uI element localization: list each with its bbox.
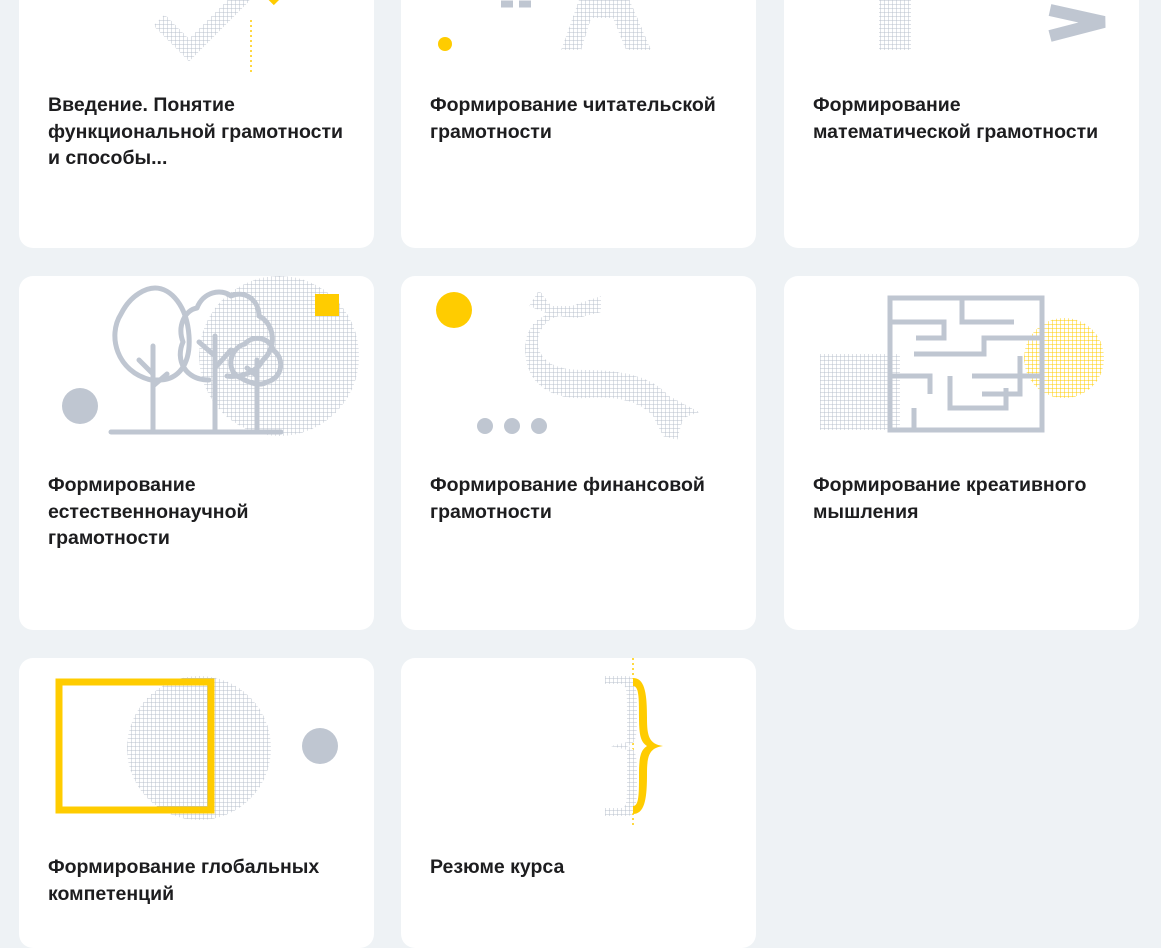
course-card-global-competencies[interactable]: Формирование глобальных компетенций: [19, 658, 374, 948]
course-card-course-summary[interactable]: Резюме курса: [401, 658, 756, 948]
course-title: Формирование финансовой грамотности: [430, 474, 705, 523]
maze-illustration-icon: [784, 276, 1139, 466]
course-title: Формирование математической грамотности: [813, 94, 1099, 143]
course-card-financial-literacy[interactable]: Формирование финансовой грамотности: [401, 276, 756, 630]
course-title: Формирование креативного мышления: [813, 474, 1087, 523]
brace-illustration-icon: [401, 658, 756, 848]
course-grid: Введение. Понятие функциональной грамотн…: [0, 0, 1161, 948]
course-card-creative-thinking[interactable]: Формирование креативного мышления: [784, 276, 1139, 630]
course-title: Формирование глобальных компетенций: [48, 856, 320, 905]
course-title: Введение. Понятие функциональной грамотн…: [48, 94, 344, 169]
trees-illustration-icon: [19, 276, 374, 466]
course-card-reading-literacy[interactable]: Формирование читательской грамотности: [401, 0, 756, 248]
course-card-science-literacy[interactable]: Формирование естественнонаучной грамотно…: [19, 276, 374, 630]
course-title: Формирование читательской грамотности: [430, 94, 716, 143]
square-circle-illustration-icon: [19, 658, 374, 848]
course-card-introduction[interactable]: Введение. Понятие функциональной грамотн…: [19, 0, 374, 248]
course-title: Формирование естественнонаучной грамотно…: [48, 474, 249, 549]
currency-illustration-icon: [401, 276, 756, 466]
course-card-math-literacy[interactable]: Формирование математической грамотности: [784, 0, 1139, 248]
course-title: Резюме курса: [430, 856, 565, 878]
